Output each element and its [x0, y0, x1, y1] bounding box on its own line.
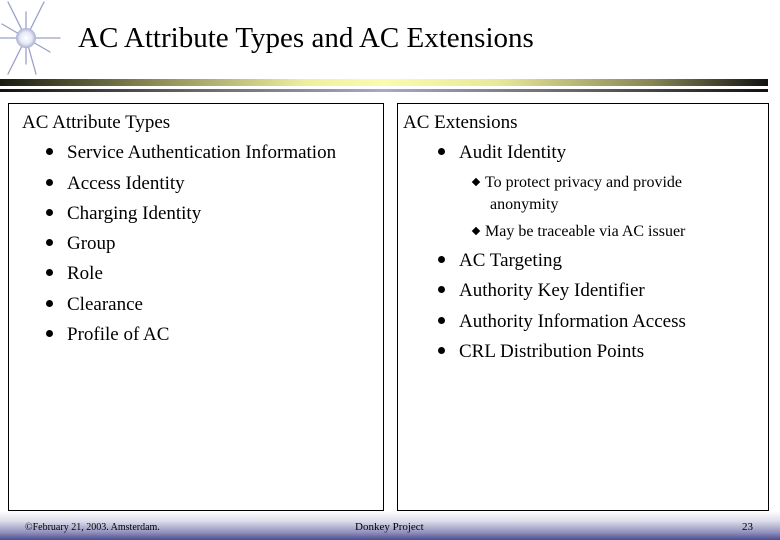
bullet-icon — [46, 300, 53, 308]
slide-title: AC Attribute Types and AC Extensions — [78, 22, 534, 54]
bullet-icon — [438, 347, 445, 355]
attribute-types-heading: AC Attribute Types — [22, 112, 171, 133]
list-item: CRL Distribution Points — [438, 341, 644, 363]
list-item: Authority Key Identifier — [438, 280, 645, 302]
list-item: Authority Information Access — [438, 311, 686, 333]
diamond-bullet-icon — [471, 177, 481, 187]
title-divider-gold — [0, 79, 768, 86]
list-item: Role — [46, 263, 103, 285]
list-item: Charging Identity — [46, 203, 201, 225]
bullet-icon — [46, 330, 53, 338]
bullet-icon — [438, 317, 445, 325]
title-divider-blue — [0, 89, 768, 92]
list-item: Audit Identity — [438, 142, 566, 164]
extensions-box: AC Extensions Audit Identity To protect … — [397, 103, 769, 511]
list-item: Profile of AC — [46, 324, 169, 346]
sub-list-item-continuation: anonymity — [490, 196, 559, 213]
bullet-icon — [438, 286, 445, 294]
sub-list-item: To protect privacy and provide — [471, 172, 682, 194]
attribute-types-box: AC Attribute Types Service Authenticatio… — [8, 103, 384, 511]
list-item: Service Authentication Information — [46, 142, 336, 164]
bullet-icon — [438, 148, 445, 156]
bullet-icon — [46, 209, 53, 217]
bullet-icon — [46, 148, 53, 156]
sub-list-item: May be traceable via AC issuer — [471, 221, 685, 243]
diamond-bullet-icon — [471, 226, 481, 236]
starburst-icon — [0, 1, 61, 75]
footer-date: ©February 21, 2003. Amsterdam. — [25, 522, 160, 533]
list-item: Access Identity — [46, 173, 185, 195]
slide-footer: ©February 21, 2003. Amsterdam. Donkey Pr… — [0, 511, 780, 540]
footer-project: Donkey Project — [355, 521, 424, 533]
page-number: 23 — [742, 521, 753, 533]
list-item: Group — [46, 233, 116, 255]
list-item: AC Targeting — [438, 250, 562, 272]
extensions-heading: AC Extensions — [403, 112, 518, 133]
bullet-icon — [438, 256, 445, 264]
bullet-icon — [46, 269, 53, 277]
bullet-icon — [46, 179, 53, 187]
bullet-icon — [46, 239, 53, 247]
list-item: Clearance — [46, 294, 143, 316]
